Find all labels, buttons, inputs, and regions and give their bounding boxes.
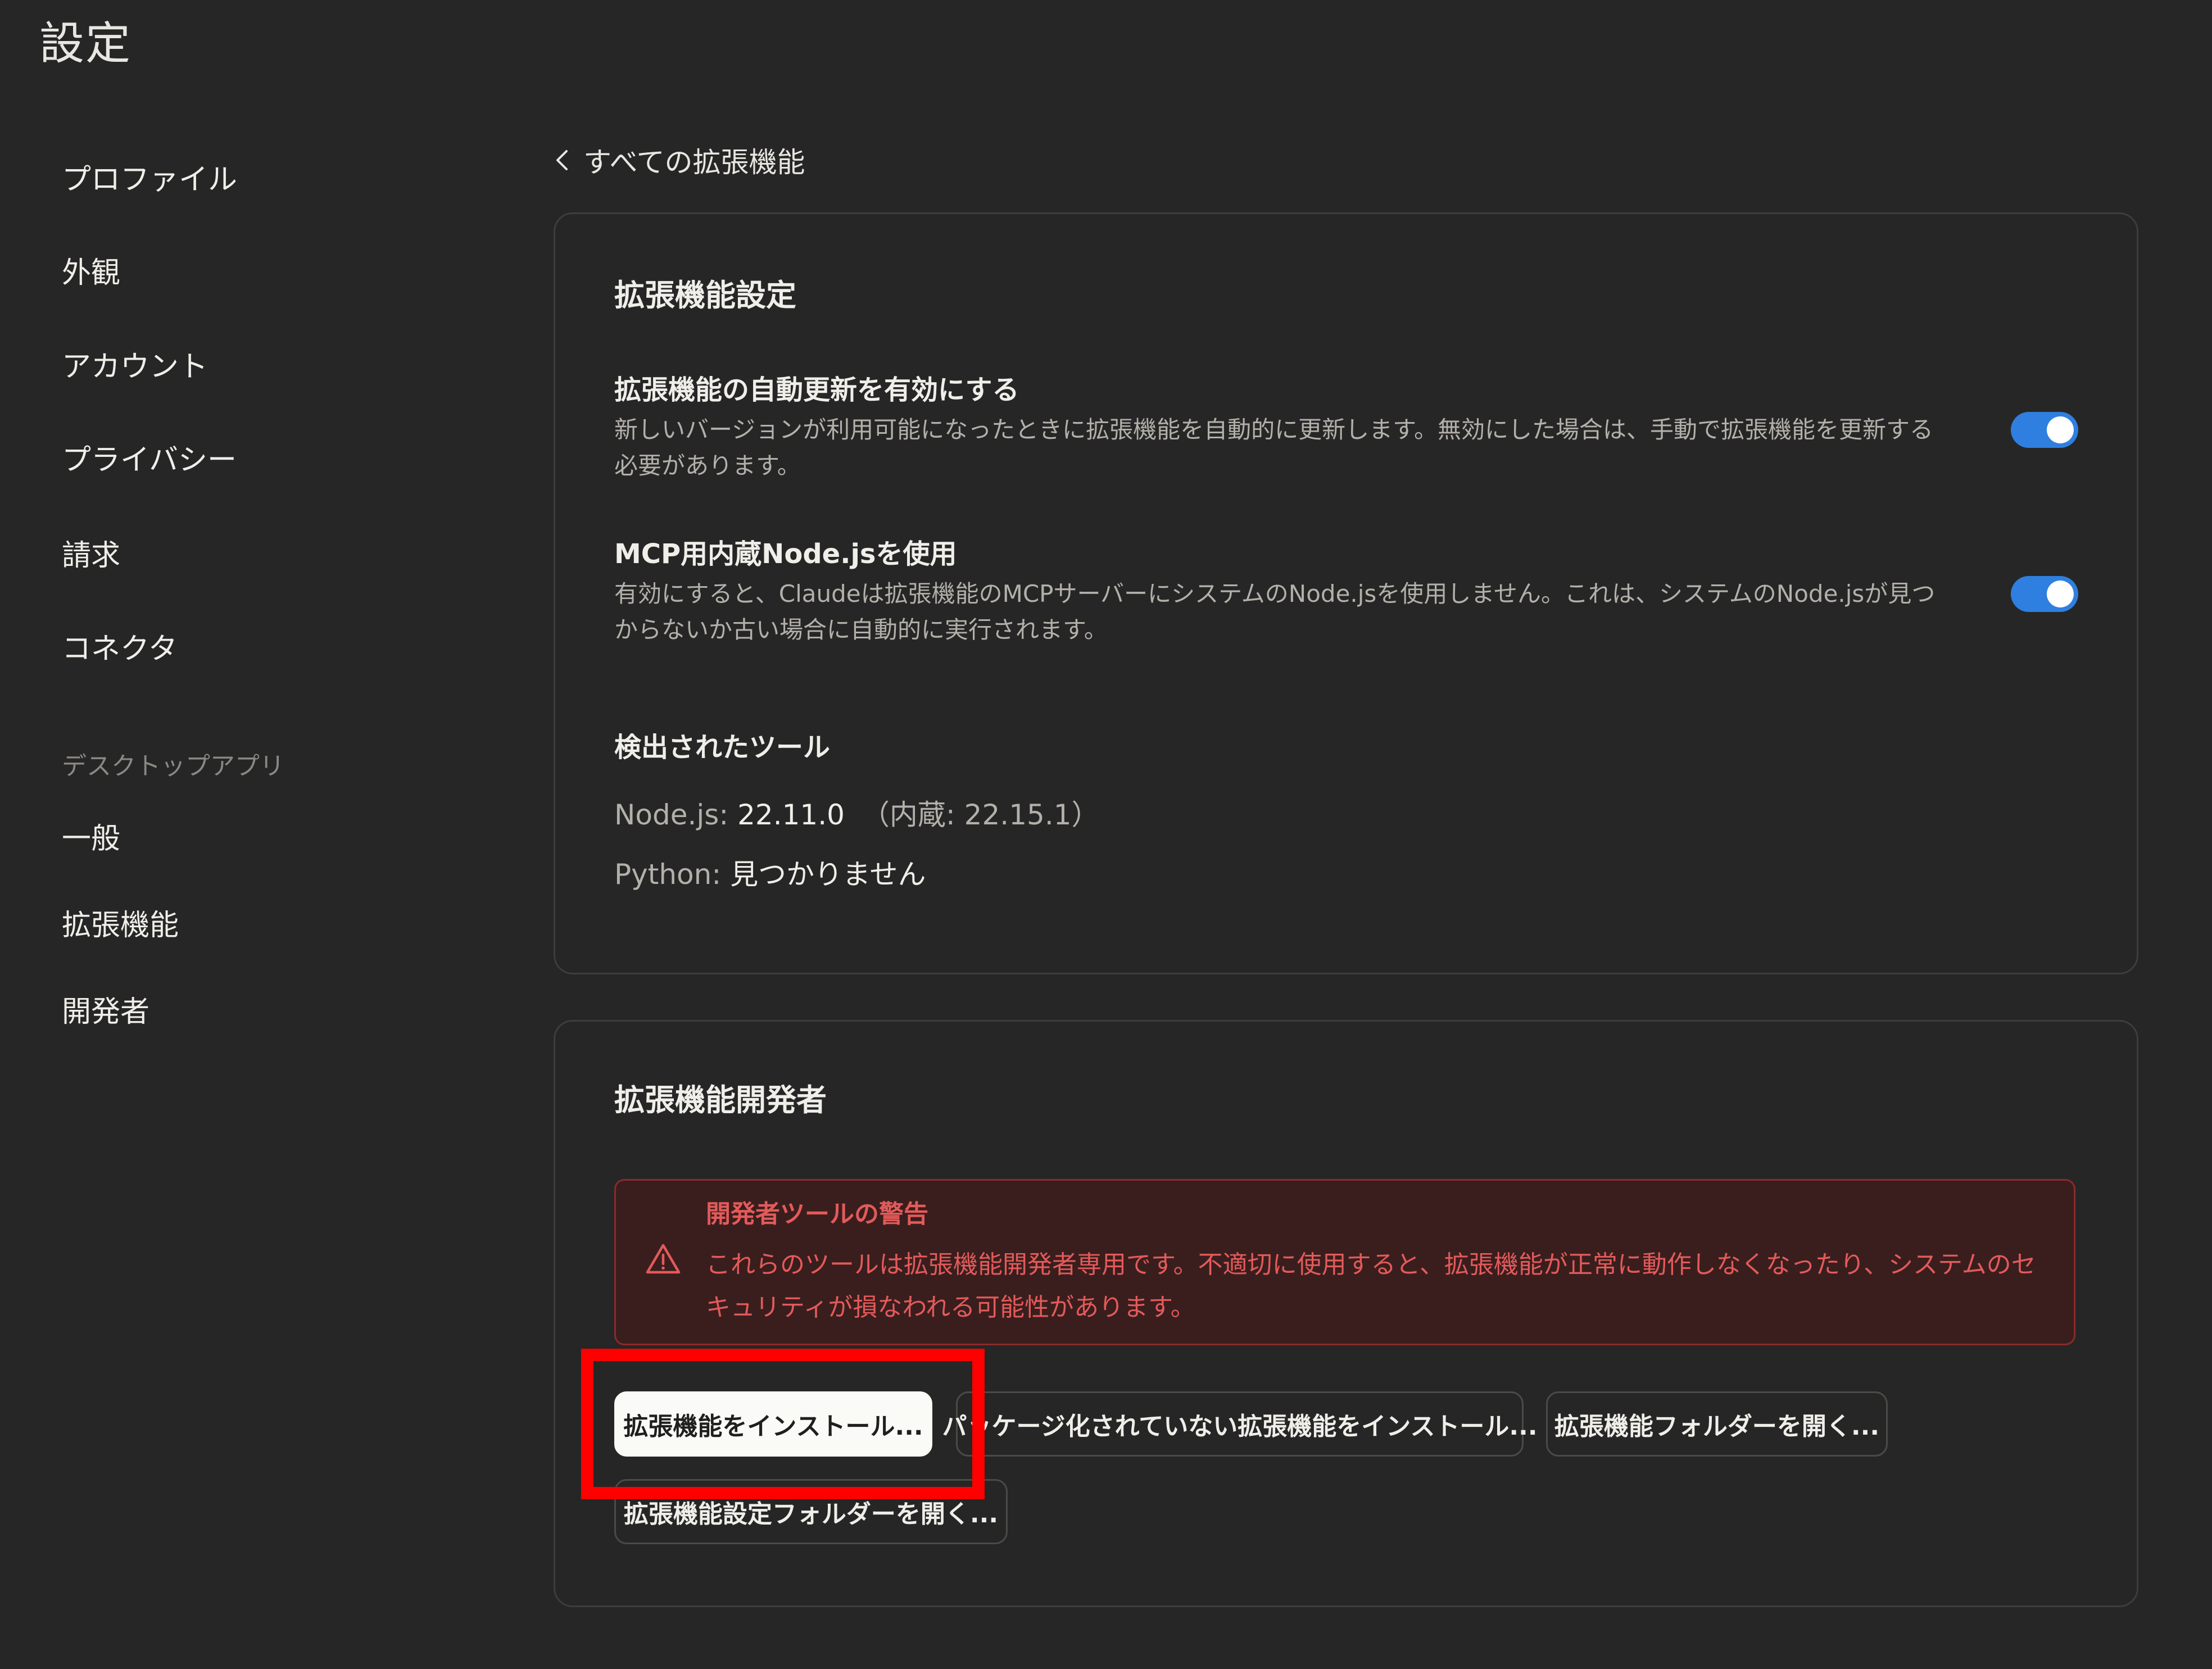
toggle-knob: [2047, 580, 2074, 607]
sidebar-item-profile[interactable]: プロファイル: [62, 160, 237, 199]
extension-settings-card: 拡張機能設定 拡張機能の自動更新を有効にする 新しいバージョンが利用可能になった…: [554, 212, 2138, 974]
developer-tools-warning: 開発者ツールの警告 これらのツールは拡張機能開発者専用です。不適切に使用すると、…: [614, 1179, 2075, 1345]
detected-tools-title: 検出されたツール: [614, 732, 831, 763]
node-version-value: 22.11.0: [737, 799, 845, 831]
warning-title: 開発者ツールの警告: [706, 1200, 928, 1228]
node-version-line: Node.js: 22.11.0 （内蔵: 22.15.1）: [614, 795, 1100, 834]
back-to-all-extensions-link[interactable]: すべての拡張機能: [555, 140, 805, 180]
install-extension-button[interactable]: 拡張機能をインストール...: [614, 1391, 932, 1457]
node-label: Node.js:: [614, 799, 738, 831]
back-link-label: すべての拡張機能: [583, 146, 805, 179]
sidebar: プロファイル 外観 アカウント プライバシー 請求 コネクタ デスクトップアプリ…: [62, 0, 455, 1669]
python-version-line: Python: 見つかりません: [614, 855, 926, 894]
python-version-value: 見つかりません: [730, 858, 926, 891]
toggle-knob: [2047, 416, 2074, 443]
python-label: Python:: [614, 858, 731, 891]
extension-developer-card: 拡張機能開発者 開発者ツールの警告 これらのツールは拡張機能開発者専用です。不適…: [554, 1020, 2138, 1607]
sidebar-item-connectors[interactable]: コネクタ: [62, 629, 178, 669]
sidebar-item-account[interactable]: アカウント: [62, 347, 208, 387]
sidebar-item-developer[interactable]: 開発者: [62, 992, 149, 1032]
warning-text: これらのツールは拡張機能開発者専用です。不適切に使用すると、拡張機能が正常に動作…: [706, 1250, 2036, 1322]
builtin-node-description: 有効にすると、Claudeは拡張機能のMCPサーバーにシステムのNode.jsを…: [614, 580, 1936, 643]
sidebar-item-billing[interactable]: 請求: [62, 536, 120, 575]
sidebar-item-appearance[interactable]: 外観: [62, 253, 120, 293]
sidebar-item-general[interactable]: 一般: [62, 819, 120, 859]
install-unpacked-extension-button[interactable]: パッケージ化されていない拡張機能をインストール...: [942, 1391, 1538, 1457]
auto-update-description: 新しいバージョンが利用可能になったときに拡張機能を自動的に更新します。無効にした…: [614, 416, 1933, 479]
auto-update-toggle[interactable]: [2011, 412, 2078, 448]
builtin-node-toggle[interactable]: [2011, 576, 2078, 612]
extension-settings-title: 拡張機能設定: [614, 278, 796, 313]
node-builtin-version: （内蔵: 22.15.1）: [861, 799, 1100, 831]
open-extensions-folder-button[interactable]: 拡張機能フォルダーを開く...: [1546, 1391, 1888, 1457]
builtin-node-title: MCP用内蔵Node.jsを使用: [614, 538, 957, 570]
chevron-left-icon: [555, 149, 569, 171]
sidebar-section-desktop-app: デスクトップアプリ: [62, 752, 284, 781]
extension-developer-title: 拡張機能開発者: [614, 1082, 827, 1118]
open-extension-settings-folder-button[interactable]: 拡張機能設定フォルダーを開く...: [614, 1479, 1008, 1544]
warning-triangle-icon: [645, 1242, 681, 1277]
sidebar-item-privacy[interactable]: プライバシー: [62, 441, 237, 480]
auto-update-title: 拡張機能の自動更新を有効にする: [614, 374, 1019, 406]
sidebar-item-extensions[interactable]: 拡張機能: [62, 906, 179, 945]
